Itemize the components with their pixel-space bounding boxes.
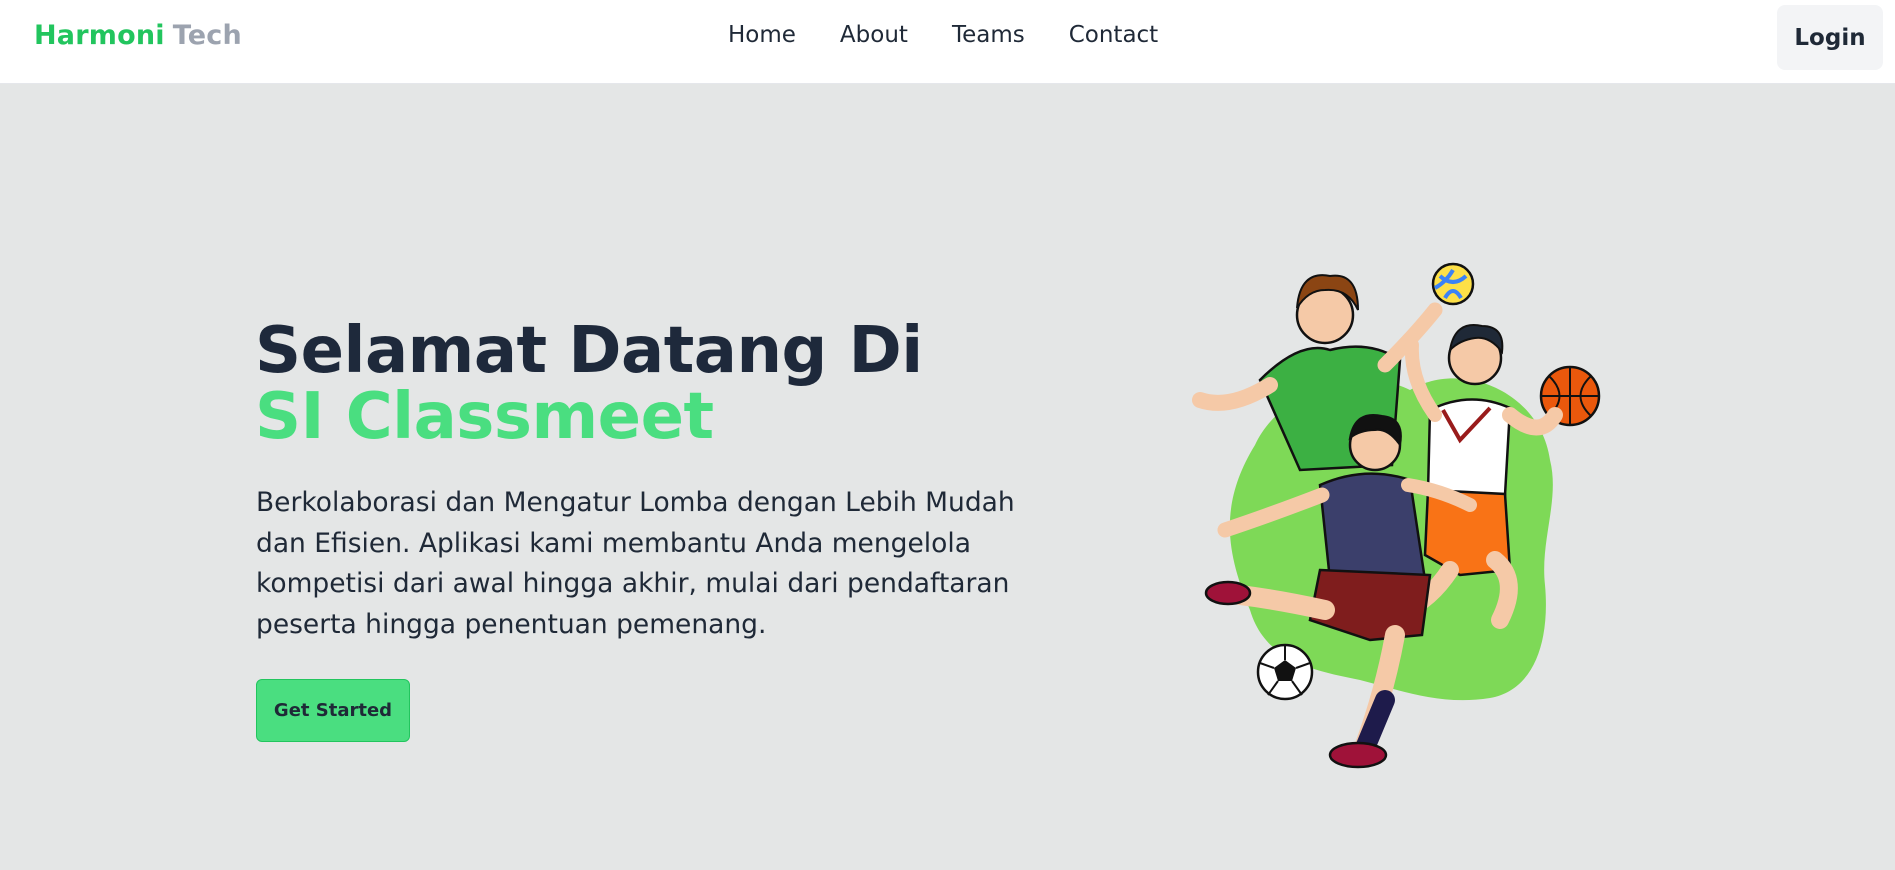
hero-title-line2: SI Classmeet xyxy=(255,380,714,454)
hero-title: Selamat Datang Di SI Classmeet xyxy=(255,318,923,450)
navbar: Harmoni Tech Home About Teams Contact Log… xyxy=(0,0,1895,84)
sports-players-illustration xyxy=(1192,262,1601,769)
get-started-button[interactable]: Get Started xyxy=(256,679,410,742)
nav-link-home[interactable]: Home xyxy=(728,22,796,48)
hero-title-line1: Selamat Datang Di xyxy=(255,314,923,388)
brand-primary: Harmoni xyxy=(34,20,165,51)
brand-secondary: Tech xyxy=(172,20,242,51)
soccer-ball-icon xyxy=(1256,643,1314,701)
login-button[interactable]: Login xyxy=(1777,5,1883,70)
nav-link-about[interactable]: About xyxy=(840,22,908,48)
nav-link-teams[interactable]: Teams xyxy=(952,22,1025,48)
brand-logo[interactable]: Harmoni Tech xyxy=(34,20,242,51)
nav-links: Home About Teams Contact xyxy=(728,22,1158,48)
hero-description: Berkolaborasi dan Mengatur Lomba dengan … xyxy=(256,487,1015,640)
nav-link-contact[interactable]: Contact xyxy=(1069,22,1158,48)
handball-icon xyxy=(1431,262,1475,306)
